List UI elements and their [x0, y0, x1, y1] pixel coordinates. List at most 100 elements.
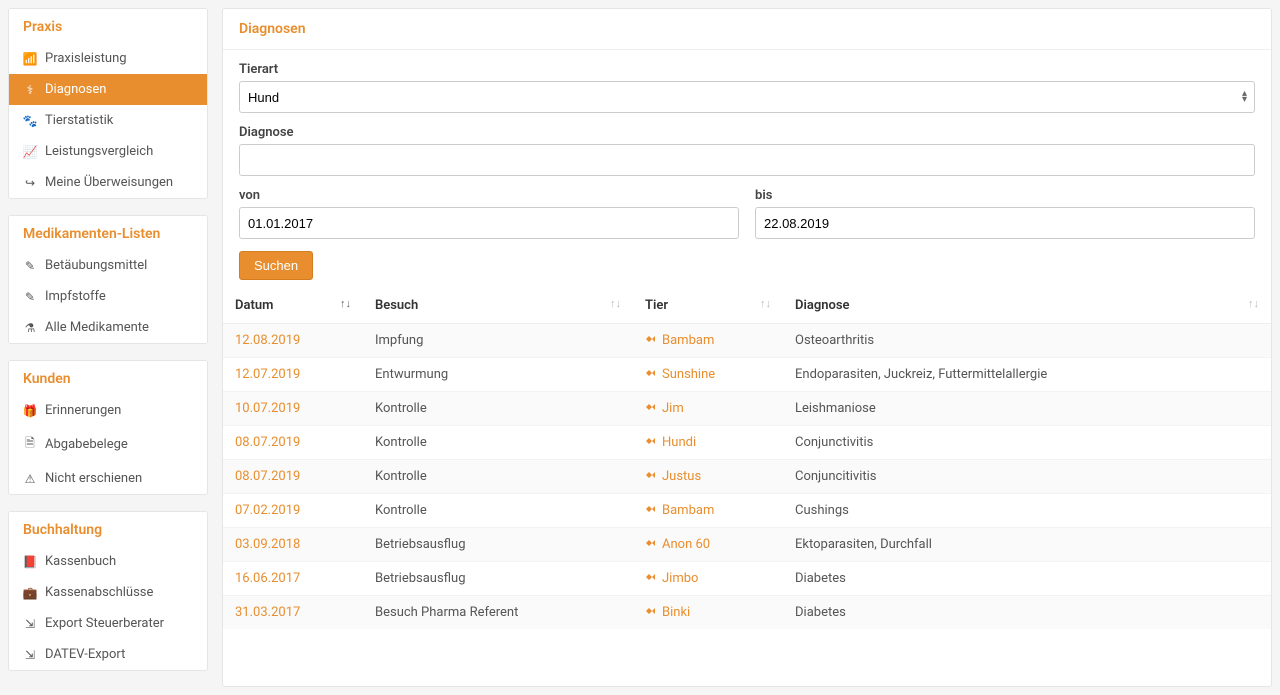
date-link[interactable]: 16.06.2017: [235, 571, 300, 586]
nav-group-title: Medikamenten-Listen: [9, 216, 207, 250]
sidebar-item-label: DATEV-Export: [45, 647, 125, 662]
pet-link[interactable]: Sunshine: [645, 367, 715, 382]
pet-link[interactable]: Anon 60: [645, 537, 710, 552]
sidebar-item-alle-medikamente[interactable]: ⚗ Alle Medikamente: [9, 312, 207, 343]
diagnose-cell: Conjunctivitis: [783, 426, 1271, 460]
visit-cell: Betriebsausflug: [363, 528, 633, 562]
pet-name: Bambam: [662, 503, 714, 518]
table-row: 10.07.2019KontrolleJimLeishmaniose: [223, 392, 1271, 426]
pet-name: Jim: [662, 401, 684, 416]
pet-link[interactable]: Bambam: [645, 333, 714, 348]
syringe-icon: ✎: [23, 290, 37, 304]
date-link[interactable]: 08.07.2019: [235, 469, 300, 484]
syringe-icon: ✎: [23, 259, 37, 273]
diagnose-cell: Ektoparasiten, Durchfall: [783, 528, 1271, 562]
dog-icon: [645, 504, 657, 517]
date-link[interactable]: 10.07.2019: [235, 401, 300, 416]
sort-icon: ↑↓: [340, 298, 351, 309]
diagnose-cell: Endoparasiten, Juckreiz, Futtermittelall…: [783, 358, 1271, 392]
date-link[interactable]: 12.07.2019: [235, 367, 300, 382]
bis-input[interactable]: [755, 207, 1255, 239]
sidebar-item-datev-export[interactable]: ⇲ DATEV-Export: [9, 639, 207, 670]
date-link[interactable]: 07.02.2019: [235, 503, 300, 518]
sidebar-item-tierstatistik[interactable]: 🐾 Tierstatistik: [9, 105, 207, 136]
sidebar-item-label: Kassenbuch: [45, 554, 116, 569]
paw-icon: 🐾: [23, 114, 37, 128]
date-link[interactable]: 03.09.2018: [235, 537, 300, 552]
bars-icon: 📶: [23, 52, 37, 66]
diagnose-input[interactable]: [239, 144, 1255, 176]
dog-icon: [645, 538, 657, 551]
visit-cell: Betriebsausflug: [363, 562, 633, 596]
pet-name: Bambam: [662, 333, 714, 348]
nav-group-title: Kunden: [9, 361, 207, 395]
table-row: 03.09.2018 Betriebsausflug Anon 60 Ektopara…: [223, 528, 1271, 562]
pet-link[interactable]: Hundi: [645, 435, 696, 450]
pet-link[interactable]: Jim: [645, 401, 684, 416]
sidebar-item-kassenbuch[interactable]: 📕 Kassenbuch: [9, 546, 207, 577]
sidebar-item-meine-berweisungen[interactable]: ↪Meine Überweisungen: [9, 167, 207, 198]
von-label: von: [239, 188, 739, 203]
col-tier[interactable]: Tier↑↓: [633, 288, 783, 324]
tierart-select[interactable]: Hund: [239, 81, 1255, 113]
sidebar-item-bet-ubungsmittel[interactable]: ✎ Betäubungsmittel: [9, 250, 207, 281]
chart-line-icon: 📈: [23, 145, 37, 159]
briefcase-icon: 💼: [23, 586, 37, 600]
table-row: 12.08.2019ImpfungBambamOsteoarthritis: [223, 324, 1271, 358]
diagnose-cell: Leishmaniose: [783, 392, 1271, 426]
sidebar-item-label: Praxisleistung: [45, 51, 127, 66]
von-input[interactable]: [239, 207, 739, 239]
sidebar-item-label: Diagnosen: [45, 82, 106, 97]
pet-name: Anon 60: [662, 537, 710, 552]
diagnose-cell: Diabetes: [783, 562, 1271, 596]
visit-cell: Kontrolle: [363, 426, 633, 460]
col-datum[interactable]: Datum↑↓: [223, 288, 363, 324]
date-link[interactable]: 31.03.2017: [235, 605, 300, 620]
nav-group: Buchhaltung📕Kassenbuch💼Kassenabschlüsse⇲…: [8, 511, 208, 671]
nav-group-title: Buchhaltung: [9, 512, 207, 546]
sidebar-item-label: Tierstatistik: [45, 113, 113, 128]
pet-link[interactable]: Justus: [645, 469, 701, 484]
warning-icon: ⚠: [23, 472, 37, 486]
date-link[interactable]: 08.07.2019: [235, 435, 300, 450]
sidebar-item-praxisleistung[interactable]: 📶 Praxisleistung: [9, 43, 207, 74]
visit-cell: Kontrolle: [363, 460, 633, 494]
sidebar-item-label: Leistungsvergleich: [45, 144, 153, 159]
pet-name: Binki: [662, 605, 690, 620]
table-row: 07.02.2019KontrolleBambamCushings: [223, 494, 1271, 528]
col-besuch[interactable]: Besuch↑↓: [363, 288, 633, 324]
sort-icon: ↑↓: [760, 298, 771, 309]
sidebar-item-impfstoffe[interactable]: ✎Impfstoffe: [9, 281, 207, 312]
sidebar-item-nicht-erschienen[interactable]: ⚠Nicht erschienen: [9, 463, 207, 494]
nav-group-title: Praxis: [9, 9, 207, 43]
book-icon: 📕: [23, 555, 37, 569]
export-icon: ⇲: [23, 648, 37, 662]
search-button[interactable]: Suchen: [239, 251, 313, 280]
date-link[interactable]: 12.08.2019: [235, 333, 300, 348]
table-row: 08.07.2019 Kontrolle Hundi Conjunctivitis: [223, 426, 1271, 460]
sidebar-item-label: Export Steuerberater: [45, 616, 164, 631]
visit-cell: Kontrolle: [363, 494, 633, 528]
export-icon: ⇲: [23, 617, 37, 631]
sidebar-item-erinnerungen[interactable]: 🎁Erinnerungen: [9, 395, 207, 426]
table-row: 16.06.2017 Betriebsausflug Jimbo Diabetes: [223, 562, 1271, 596]
pet-link[interactable]: Bambam: [645, 503, 714, 518]
pet-name: Sunshine: [662, 367, 715, 382]
sidebar-item-leistungsvergleich[interactable]: 📈 Leistungsvergleich: [9, 136, 207, 167]
pet-link[interactable]: Jimbo: [645, 571, 698, 586]
stethoscope-icon: ⚕: [23, 83, 37, 97]
nav-group: Medikamenten-Listen ✎ Betäubungsmittel ✎Imp…: [8, 215, 208, 344]
pet-link[interactable]: Binki: [645, 605, 690, 620]
sidebar-item-label: Alle Medikamente: [45, 320, 149, 335]
sidebar-item-abgabebelege[interactable]: 🗎Abgabebelege: [9, 426, 207, 463]
sidebar-item-export-steuerberater[interactable]: ⇲ Export Steuerberater: [9, 608, 207, 639]
sidebar-item-kassenabschl-sse[interactable]: 💼Kassenabschlüsse: [9, 577, 207, 608]
col-diagnose[interactable]: Diagnose↑↓: [783, 288, 1271, 324]
dog-icon: [645, 470, 657, 483]
table-row: 31.03.2017Besuch Pharma ReferentBinkiDia…: [223, 596, 1271, 630]
pills-icon: ⚗: [23, 321, 37, 335]
receipt-icon: 🗎: [23, 434, 37, 455]
main-panel: Diagnosen Tierart Hund ▴▾ Diagnose von: [222, 8, 1272, 687]
sidebar-item-label: Betäubungsmittel: [45, 258, 147, 273]
sidebar-item-diagnosen[interactable]: ⚕ Diagnosen: [9, 74, 207, 105]
